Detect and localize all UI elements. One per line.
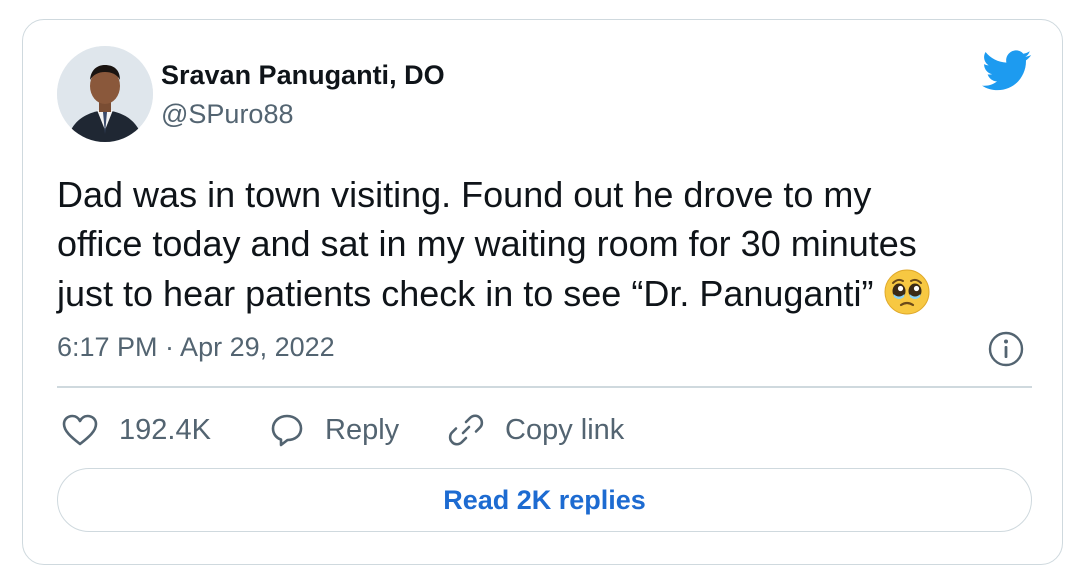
like-button[interactable]: 192.4K (61, 408, 211, 452)
link-icon (448, 414, 484, 446)
tweet-text-line: just to hear patients check in to see “D… (57, 268, 1037, 318)
copy-link-button[interactable]: Copy link (447, 408, 624, 452)
tweet-timestamp[interactable]: 6:17 PM · Apr 29, 2022 (57, 332, 335, 363)
reply-bubble-icon (271, 414, 303, 447)
info-icon[interactable] (987, 330, 1025, 368)
heart-icon (62, 414, 98, 446)
pleading-face-emoji (884, 269, 930, 315)
reply-label: Reply (325, 413, 400, 446)
author-handle[interactable]: @SPuro88 (161, 99, 293, 130)
copy-link-label: Copy link (505, 413, 625, 446)
tweet-card: Sravan Panuganti, DO @SPuro88 Dad was in… (22, 19, 1063, 565)
tweet-text: Dad was in town visiting. Found out he d… (57, 170, 1037, 318)
read-replies-button[interactable]: Read 2K replies (57, 468, 1032, 532)
read-replies-label: Read 2K replies (443, 484, 646, 515)
reply-button[interactable]: Reply (269, 408, 399, 452)
tweet-text-line: Dad was in town visiting. Found out he d… (57, 174, 872, 215)
tweet-text-segment: just to hear patients check in to see “D… (57, 273, 874, 314)
like-count: 192.4K (119, 413, 211, 446)
divider (57, 386, 1032, 388)
avatar[interactable] (57, 46, 153, 142)
tweet-text-line: office today and sat in my waiting room … (57, 223, 917, 264)
author-name[interactable]: Sravan Panuganti, DO (161, 60, 445, 91)
twitter-bird-icon[interactable] (982, 50, 1032, 92)
